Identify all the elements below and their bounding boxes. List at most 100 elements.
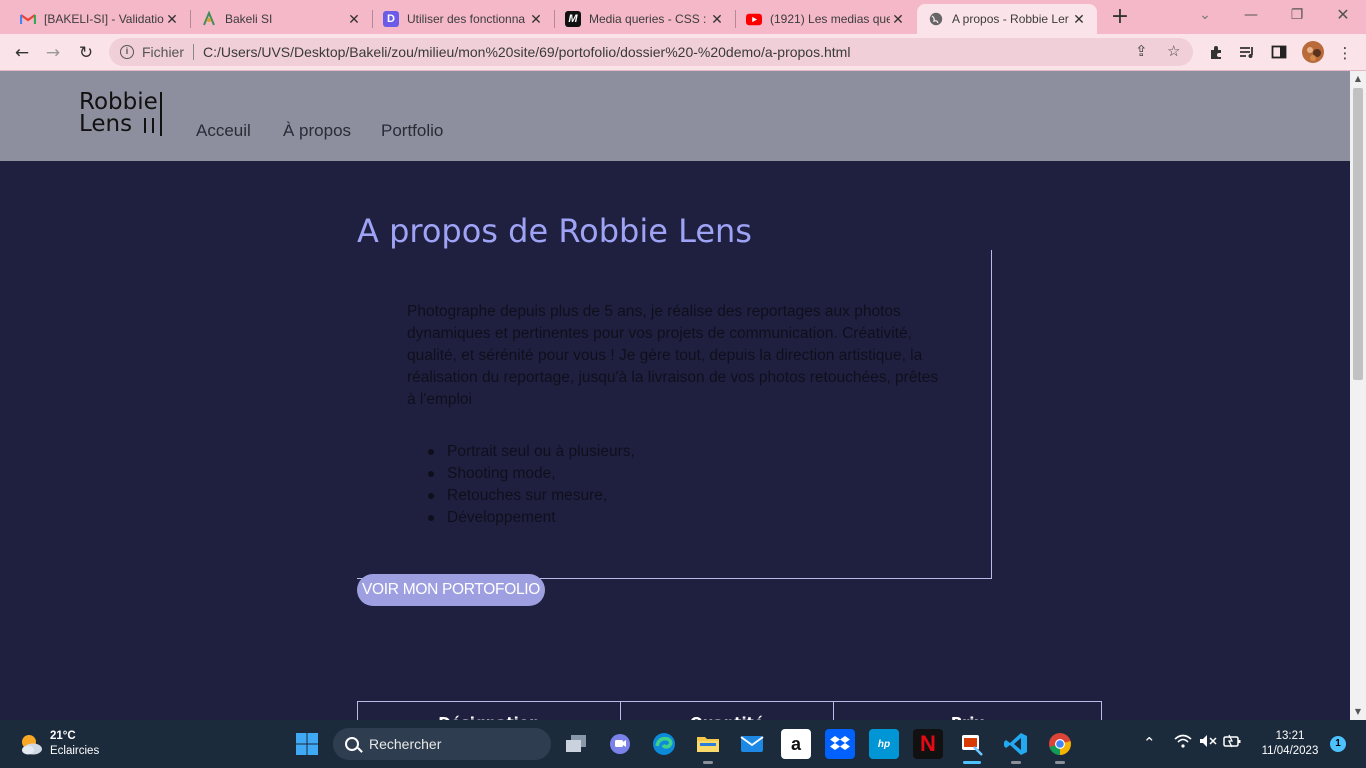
- about-frame: [357, 250, 992, 579]
- profile-avatar[interactable]: [1301, 41, 1325, 65]
- close-window-button[interactable]: ✕: [1320, 0, 1366, 34]
- amazon-icon[interactable]: a: [781, 729, 811, 759]
- list-item: Développement: [428, 507, 635, 529]
- list-item: Retouches sur mesure,: [428, 485, 635, 507]
- list-item: Shooting mode,: [428, 463, 635, 485]
- clock-time: 13:21: [1275, 730, 1305, 742]
- teams-chat-icon[interactable]: [605, 729, 635, 759]
- tab-mdn[interactable]: M Media queries - CSS : ✕: [545, 4, 735, 34]
- notion-purple-icon: D: [383, 11, 399, 27]
- task-view-icon[interactable]: [561, 729, 591, 759]
- edge-browser-icon[interactable]: [649, 729, 679, 759]
- table-header-cell: Désignation: [358, 702, 621, 720]
- tab-title: Bakeli SI: [225, 12, 273, 26]
- tab-search-icon[interactable]: ⌄: [1182, 0, 1228, 34]
- tab-notion[interactable]: D Utiliser des fonctionna ✕: [363, 4, 554, 34]
- address-bar[interactable]: i Fichier C:/Users/UVS/Desktop/Bakeli/zo…: [109, 38, 1193, 66]
- about-paragraph: Photographe depuis plus de 5 ans, je réa…: [407, 303, 939, 408]
- close-tab-icon[interactable]: ✕: [709, 11, 725, 28]
- pricing-table: Désignation Quantité Prix: [357, 701, 1102, 720]
- active-indicator: [963, 761, 981, 764]
- scrollbar-thumb[interactable]: [1353, 88, 1363, 380]
- youtube-icon: [746, 11, 762, 27]
- share-icon[interactable]: ⇪: [1135, 42, 1148, 60]
- scroll-up-icon[interactable]: ▲: [1350, 71, 1366, 87]
- new-tab-button[interactable]: +: [1108, 4, 1132, 30]
- extensions-icon[interactable]: [1207, 44, 1225, 62]
- weather-description[interactable]: Eclaircies: [50, 745, 99, 757]
- tab-title: Utiliser des fonctionna: [407, 12, 526, 26]
- close-tab-icon[interactable]: ✕: [890, 11, 906, 28]
- scroll-down-icon[interactable]: ▼: [1350, 704, 1366, 720]
- notification-badge[interactable]: 1: [1330, 736, 1346, 752]
- clock-date: 11/04/2023: [1261, 745, 1319, 757]
- globe-icon: [928, 11, 944, 27]
- running-indicator: [703, 761, 713, 764]
- site-info-icon[interactable]: i: [120, 45, 134, 59]
- back-button[interactable]: ←: [9, 40, 35, 66]
- tab-youtube[interactable]: (1921) Les medias que ✕: [726, 4, 916, 34]
- tab-a-propos[interactable]: A propos - Robbie Ler ✕: [917, 4, 1097, 34]
- taskbar-search[interactable]: Rechercher: [333, 728, 551, 760]
- windows-taskbar: 21°C Eclaircies Rechercher a hp N ⌃ 13:2…: [0, 720, 1366, 768]
- skills-list: Portrait seul ou à plusieurs, Shooting m…: [428, 441, 635, 529]
- tab-title: (1921) Les medias que: [770, 12, 890, 26]
- restore-button[interactable]: ❐: [1274, 0, 1320, 34]
- show-hidden-icons-chevron-icon[interactable]: ⌃: [1143, 734, 1156, 752]
- reload-button[interactable]: ↻: [73, 40, 99, 66]
- wifi-icon[interactable]: [1174, 734, 1192, 752]
- myhp-icon[interactable]: hp: [869, 729, 899, 759]
- start-windows-icon[interactable]: [292, 729, 322, 759]
- netflix-icon[interactable]: N: [913, 729, 943, 759]
- search-icon: [345, 737, 359, 751]
- nav-link-a-propos[interactable]: À propos: [283, 121, 351, 141]
- forward-button[interactable]: →: [40, 40, 66, 66]
- gmail-icon: [20, 11, 36, 27]
- list-item: Portrait seul ou à plusieurs,: [428, 441, 635, 463]
- tab-gmail[interactable]: [BAKELI-SI] - Validatio ✕: [0, 4, 190, 34]
- site-header: Robbie Lens Acceuil À propos Portfolio: [0, 71, 1350, 161]
- side-panel-icon[interactable]: [1270, 44, 1288, 62]
- running-indicator: [1055, 761, 1065, 764]
- mail-icon[interactable]: [737, 729, 767, 759]
- snipping-tool-icon[interactable]: [957, 729, 987, 759]
- vertical-scrollbar[interactable]: ▲ ▼: [1350, 71, 1366, 720]
- media-control-icon[interactable]: [1238, 44, 1256, 62]
- file-explorer-icon[interactable]: [693, 729, 723, 759]
- system-clock[interactable]: 13:21 11/04/2023: [1254, 729, 1326, 759]
- scheme-label: Fichier: [142, 44, 185, 60]
- site-logo[interactable]: Robbie Lens: [79, 91, 162, 136]
- close-tab-icon[interactable]: ✕: [164, 11, 180, 28]
- bookmark-star-icon[interactable]: ☆: [1167, 42, 1180, 60]
- browser-tab-strip: [BAKELI-SI] - Validatio ✕ Bakeli SI ✕ D …: [0, 0, 1366, 34]
- nav-link-portfolio[interactable]: Portfolio: [381, 121, 443, 141]
- tab-bakeli[interactable]: Bakeli SI ✕: [181, 4, 372, 34]
- close-tab-icon[interactable]: ✕: [1071, 11, 1087, 28]
- divider: [193, 44, 195, 60]
- tab-title: [BAKELI-SI] - Validatio: [44, 12, 164, 26]
- chrome-icon[interactable]: [1045, 729, 1075, 759]
- mdn-icon: M: [565, 11, 581, 27]
- table-header-cell: Quantité: [621, 702, 834, 720]
- dropbox-icon[interactable]: [825, 729, 855, 759]
- minimize-button[interactable]: —: [1228, 0, 1274, 34]
- close-tab-icon[interactable]: ✕: [528, 11, 544, 28]
- search-placeholder: Rechercher: [369, 736, 442, 752]
- vscode-icon[interactable]: [1001, 729, 1031, 759]
- tab-title: Media queries - CSS :: [589, 12, 707, 26]
- running-indicator: [1011, 761, 1021, 764]
- close-tab-icon[interactable]: ✕: [346, 11, 362, 28]
- weather-temperature[interactable]: 21°C: [50, 730, 76, 742]
- bakeli-icon: [201, 11, 217, 27]
- volume-muted-icon[interactable]: [1199, 734, 1217, 752]
- battery-charging-icon[interactable]: [1223, 734, 1241, 752]
- nav-link-accueil[interactable]: Acceuil: [196, 121, 251, 141]
- url-text[interactable]: C:/Users/UVS/Desktop/Bakeli/zou/milieu/m…: [203, 44, 850, 60]
- web-page: Robbie Lens Acceuil À propos Portfolio A…: [0, 71, 1350, 720]
- portfolio-button[interactable]: VOIR MON PORTOFOLIO: [357, 574, 546, 606]
- chrome-menu-icon[interactable]: ⋮: [1336, 44, 1354, 62]
- browser-toolbar: ← → ↻ i Fichier C:/Users/UVS/Desktop/Bak…: [0, 34, 1366, 71]
- table-header-cell: Prix: [834, 702, 1101, 720]
- weather-partly-sunny-icon[interactable]: [18, 732, 44, 756]
- page-title: A propos de Robbie Lens: [357, 212, 752, 250]
